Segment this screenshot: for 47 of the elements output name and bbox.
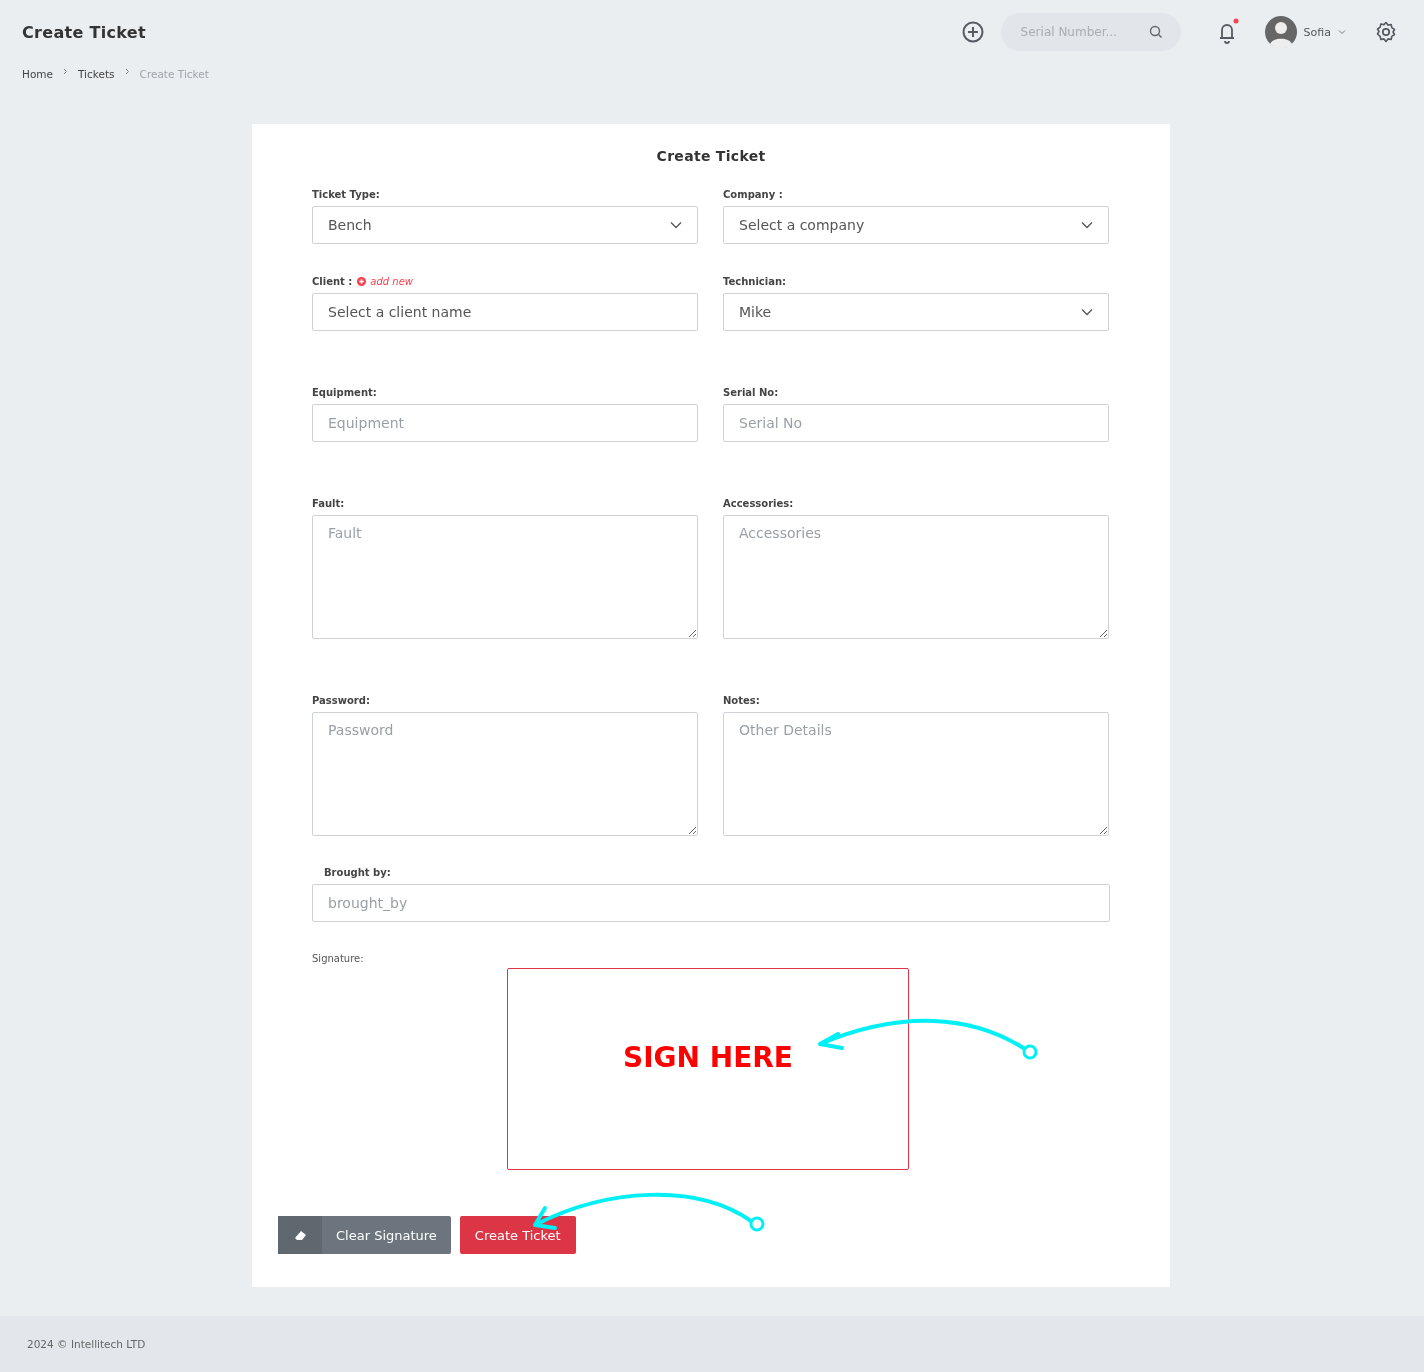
breadcrumb-link[interactable]: Home — [22, 68, 53, 80]
input-field[interactable]: brought_by — [312, 884, 1110, 922]
breadcrumb-current: Create Ticket — [139, 68, 209, 80]
add-icon[interactable] — [960, 20, 985, 44]
eraser-icon — [293, 1229, 307, 1241]
settings-icon[interactable] — [1374, 20, 1398, 44]
select-field[interactable]: Select a company — [723, 206, 1109, 244]
form-title: Create Ticket — [655, 148, 767, 164]
select-field[interactable]: Bench — [312, 206, 698, 244]
submit-button[interactable]: Create Ticket — [459, 1216, 576, 1254]
field-label: Ticket Type: — [312, 188, 380, 200]
search-icon[interactable] — [1148, 25, 1163, 39]
field-label: Serial No: — [723, 386, 779, 398]
avatar-icon[interactable] — [1264, 16, 1297, 48]
text-area[interactable]: Password — [312, 712, 698, 836]
field-label: Brought by: — [323, 867, 392, 878]
field-label: Client : — [312, 275, 353, 287]
text-area[interactable]: Other Details — [723, 712, 1109, 836]
select-field[interactable]: Mike — [723, 293, 1109, 331]
field-label: Password: — [312, 694, 370, 706]
field-label: Technician: — [723, 275, 787, 287]
field-label: Equipment: — [312, 386, 377, 398]
signature-pad[interactable]: SIGN HERE — [507, 968, 909, 1170]
page-title: Create Ticket — [22, 22, 146, 42]
field-label: Accessories: — [723, 497, 794, 509]
input-field[interactable]: Select a client name — [312, 293, 698, 331]
chevron-right-icon — [124, 68, 130, 75]
input-field[interactable]: Equipment — [312, 404, 698, 442]
input-field[interactable]: Serial No — [723, 404, 1109, 442]
field-label: Notes: — [723, 694, 760, 706]
add-new-link[interactable]: add new — [357, 275, 414, 287]
plus-circle-icon — [357, 276, 367, 286]
text-area[interactable]: Accessories — [723, 515, 1109, 639]
chevron-down-icon — [670, 221, 682, 229]
breadcrumb-link[interactable]: Tickets — [78, 68, 115, 80]
search-field[interactable]: Serial Number... — [1000, 13, 1181, 51]
text-area[interactable]: Fault — [312, 515, 698, 639]
sign-here-prompt: SIGN HERE — [623, 1041, 793, 1075]
field-label: Company : — [723, 188, 783, 200]
field-label: Signature: — [312, 953, 365, 964]
chevron-right-icon — [63, 68, 68, 75]
chevron-down-icon — [1081, 221, 1093, 229]
footer-copyright: 2024 © Intellitech LTD — [27, 1338, 146, 1350]
clear-signature-button[interactable]: Clear Signature — [278, 1216, 451, 1254]
chevron-down-icon — [1081, 308, 1093, 316]
user-name[interactable]: Sofia — [1303, 25, 1331, 39]
field-label: Fault: — [312, 497, 345, 509]
